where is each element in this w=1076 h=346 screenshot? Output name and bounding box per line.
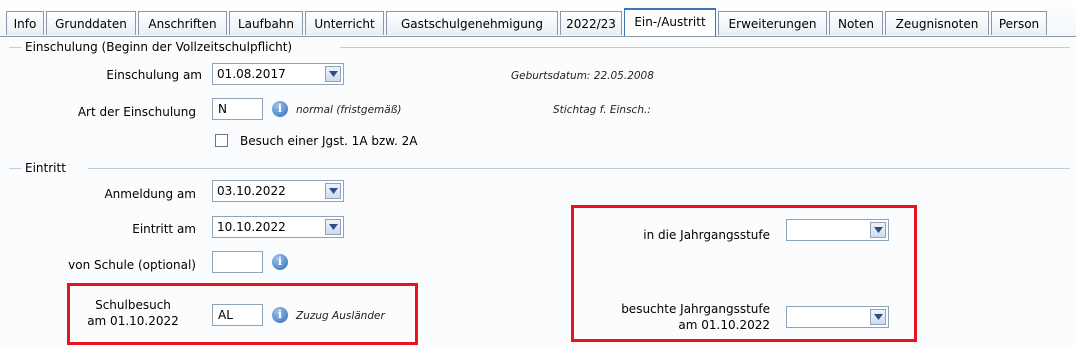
section-line-right (340, 47, 1070, 48)
art-einschulung-desc: normal (fristgemäß) (296, 104, 402, 116)
art-einschulung-value: N (218, 102, 227, 116)
einschulung-am-combo[interactable]: 01.08.2017 (212, 63, 344, 85)
stichtag-text: Stichtag f. Einsch.: (553, 104, 651, 116)
von-schule-field[interactable] (212, 251, 263, 273)
einschulung-am-label: Einschulung am (106, 68, 202, 82)
info-icon[interactable]: i (272, 101, 288, 117)
chevron-down-icon[interactable] (325, 66, 341, 82)
einschulung-legend: Einschulung (Beginn der Vollzeitschulpfl… (22, 40, 296, 54)
von-schule-label: von Schule (optional) (68, 258, 196, 272)
art-einschulung-field[interactable]: N (212, 98, 263, 120)
section-line-left (9, 47, 21, 48)
tab-person[interactable]: Person (991, 11, 1047, 35)
section-line-right (88, 168, 1070, 169)
tab-bar: Info Grunddaten Anschriften Laufbahn Unt… (0, 0, 1076, 37)
anmeldung-label: Anmeldung am (104, 187, 196, 201)
anmeldung-value: 03.10.2022 (217, 184, 286, 198)
eintritt-combo[interactable]: 10.10.2022 (212, 216, 344, 238)
geburtsdatum-text: Geburtsdatum: 22.05.2008 (511, 70, 654, 82)
student-form-window: Info Grunddaten Anschriften Laufbahn Unt… (0, 0, 1076, 346)
tab-erweiterungen[interactable]: Erweiterungen (718, 11, 827, 35)
tab-zeugnisnoten[interactable]: Zeugnisnoten (885, 11, 989, 35)
besuch-jgst-label: Besuch einer Jgst. 1A bzw. 2A (240, 134, 418, 148)
section-line-left (9, 168, 21, 169)
einschulung-am-value: 01.08.2017 (217, 67, 286, 81)
eintritt-label: Eintritt am (132, 222, 196, 236)
tab-unterricht[interactable]: Unterricht (305, 11, 384, 35)
highlight-box-schulbesuch (67, 283, 418, 345)
anmeldung-combo[interactable]: 03.10.2022 (212, 180, 344, 202)
tab-ein-austritt[interactable]: Ein-/Austritt (624, 8, 716, 37)
info-icon[interactable]: i (272, 254, 288, 270)
eintritt-value: 10.10.2022 (217, 220, 286, 234)
chevron-down-icon[interactable] (325, 183, 341, 199)
tab-noten[interactable]: Noten (829, 11, 883, 35)
tab-info[interactable]: Info (6, 11, 44, 35)
chevron-down-icon[interactable] (325, 219, 341, 235)
tab-schuljahr[interactable]: 2022/23 (560, 11, 622, 35)
tab-anschriften[interactable]: Anschriften (138, 11, 227, 35)
eintritt-legend: Eintritt (22, 161, 69, 175)
besuch-jgst-checkbox[interactable] (215, 134, 228, 147)
tab-laufbahn[interactable]: Laufbahn (229, 11, 303, 35)
tab-gastschulgenehmigung[interactable]: Gastschulgenehmigung (386, 11, 558, 35)
art-einschulung-label: Art der Einschulung (77, 105, 196, 119)
tab-grunddaten[interactable]: Grunddaten (46, 11, 136, 35)
highlight-box-jahrgangsstufe (571, 205, 917, 342)
